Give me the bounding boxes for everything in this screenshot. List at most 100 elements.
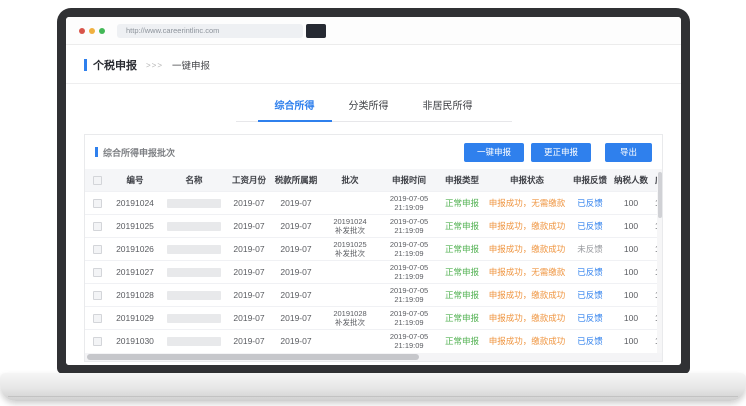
col-header-declare-status: 申报状态 <box>485 169 569 192</box>
col-header-name: 名称 <box>161 169 227 192</box>
redacted-name-placeholder <box>167 291 221 300</box>
cell-declare-type: 正常申报 <box>439 238 485 261</box>
table-row: 20191027 2019-07 2019-07 2019-07-0521:19… <box>85 261 662 284</box>
cell-batch <box>321 330 379 353</box>
time-line: 21:19:09 <box>381 272 437 281</box>
cell-feedback: 已反馈 <box>569 307 611 330</box>
cell-tax-period: 2019-07 <box>271 307 321 330</box>
cell-salary-month: 2019-07 <box>227 261 271 284</box>
cell-name <box>161 192 227 215</box>
cell-tax-period: 2019-07 <box>271 192 321 215</box>
traffic-light-minimize-button[interactable] <box>89 28 95 34</box>
cell-declare-time: 2019-07-0521:19:09 <box>379 215 439 238</box>
col-header-id: 编号 <box>109 169 161 192</box>
table-row: 20191026 2019-07 2019-07 20191025补发批次 20… <box>85 238 662 261</box>
cell-id: 20191026 <box>109 238 161 261</box>
cell-declare-status: 申报成功，缴款成功 <box>485 238 569 261</box>
row-checkbox[interactable] <box>93 314 102 323</box>
cell-feedback: 已反馈 <box>569 261 611 284</box>
cell-declare-time: 2019-07-0521:19:09 <box>379 330 439 353</box>
col-header-tax-period: 税款所属期 <box>271 169 321 192</box>
cell-feedback: 已反馈 <box>569 192 611 215</box>
time-line: 2019-07-05 <box>381 263 437 272</box>
redacted-name-placeholder <box>167 222 221 231</box>
col-header-declare-type: 申报类型 <box>439 169 485 192</box>
row-checkbox[interactable] <box>93 268 102 277</box>
tab-nonresident-income[interactable]: 非居民所得 <box>406 88 490 122</box>
cell-declare-type: 正常申报 <box>439 215 485 238</box>
laptop-base-edge <box>8 396 738 397</box>
row-checkbox[interactable] <box>93 245 102 254</box>
time-line: 2019-07-05 <box>381 194 437 203</box>
panel-title: 综合所得申报批次 <box>103 146 175 159</box>
cell-batch: 20191028补发批次 <box>321 307 379 330</box>
tab-classified-income[interactable]: 分类所得 <box>332 88 406 122</box>
browser-chrome: http://www.careerintlinc.com <box>66 17 681 45</box>
table-row: 20191024 2019-07 2019-07 2019-07-0521:19… <box>85 192 662 215</box>
breadcrumb-separator: >>> <box>146 61 163 70</box>
cell-taxpayer-count: 100 <box>611 215 651 238</box>
page-subtitle: 一键申报 <box>172 58 210 72</box>
cell-declare-type: 正常申报 <box>439 284 485 307</box>
cell-name <box>161 215 227 238</box>
col-header-salary-month: 工资月份 <box>227 169 271 192</box>
row-checkbox[interactable] <box>93 291 102 300</box>
row-checkbox[interactable] <box>93 222 102 231</box>
cell-feedback: 已反馈 <box>569 330 611 353</box>
horizontal-scrollbar-thumb[interactable] <box>87 354 419 360</box>
batch-line: 20191024 <box>323 217 377 226</box>
redacted-name-placeholder <box>167 314 221 323</box>
row-checkbox[interactable] <box>93 337 102 346</box>
tab-bar-inner: 综合所得 分类所得 非居民所得 <box>236 88 512 122</box>
cell-taxpayer-count: 100 <box>611 284 651 307</box>
batch-line: 补发批次 <box>323 318 377 327</box>
cell-tax-period: 2019-07 <box>271 261 321 284</box>
vertical-scrollbar[interactable] <box>657 169 662 353</box>
row-select-cell <box>85 192 109 215</box>
accent-bar <box>84 59 87 71</box>
cell-tax-period: 2019-07 <box>271 215 321 238</box>
cell-declare-time: 2019-07-0521:19:09 <box>379 261 439 284</box>
tab-comprehensive-income[interactable]: 综合所得 <box>258 88 332 122</box>
cell-tax-period: 2019-07 <box>271 284 321 307</box>
header-row: 编号 名称 工资月份 税款所属期 批次 申报时间 申报类型 申报状态 申报反馈 <box>85 169 662 192</box>
stage: http://www.careerintlinc.com 个税申报 >>> 一键… <box>0 0 746 406</box>
col-header-batch: 批次 <box>321 169 379 192</box>
traffic-light-close-button[interactable] <box>79 28 85 34</box>
cell-salary-month: 2019-07 <box>227 307 271 330</box>
batch-line: 20191028 <box>323 309 377 318</box>
col-header-declare-time: 申报时间 <box>379 169 439 192</box>
redacted-name-placeholder <box>167 337 221 346</box>
cell-id: 20191030 <box>109 330 161 353</box>
time-line: 2019-07-05 <box>381 309 437 318</box>
cell-id: 20191025 <box>109 215 161 238</box>
table-area: 编号 名称 工资月份 税款所属期 批次 申报时间 申报类型 申报状态 申报反馈 <box>85 169 662 353</box>
export-button[interactable]: 导出 <box>605 143 652 162</box>
cell-declare-type: 正常申报 <box>439 307 485 330</box>
cell-batch <box>321 284 379 307</box>
batch-line: 补发批次 <box>323 249 377 258</box>
horizontal-scrollbar[interactable] <box>85 353 662 361</box>
cell-declare-type: 正常申报 <box>439 261 485 284</box>
browser-action-button[interactable] <box>306 24 326 38</box>
col-header-declare-feedback: 申报反馈 <box>569 169 611 192</box>
cell-declare-status: 申报成功，缴款成功 <box>485 307 569 330</box>
one-click-declare-button[interactable]: 一键申报 <box>464 143 524 162</box>
table-header: 编号 名称 工资月份 税款所属期 批次 申报时间 申报类型 申报状态 申报反馈 <box>85 169 662 192</box>
row-select-cell <box>85 330 109 353</box>
cell-salary-month: 2019-07 <box>227 330 271 353</box>
url-bar[interactable]: http://www.careerintlinc.com <box>117 24 303 38</box>
cell-declare-status: 申报成功，无需缴款 <box>485 192 569 215</box>
row-checkbox[interactable] <box>93 199 102 208</box>
cell-declare-type: 正常申报 <box>439 192 485 215</box>
page-header: 个税申报 >>> 一键申报 <box>66 45 681 84</box>
table-row: 20191025 2019-07 2019-07 20191024补发批次 20… <box>85 215 662 238</box>
correction-declare-button[interactable]: 更正申报 <box>531 143 591 162</box>
traffic-light-zoom-button[interactable] <box>99 28 105 34</box>
laptop-base <box>0 373 746 401</box>
page-content: 个税申报 >>> 一键申报 综合所得 分类所得 非居民所得 综合所得申报批次 <box>66 45 681 365</box>
vertical-scrollbar-thumb[interactable] <box>658 172 662 218</box>
cell-declare-time: 2019-07-0521:19:09 <box>379 307 439 330</box>
select-all-checkbox[interactable] <box>93 176 102 185</box>
batch-panel: 综合所得申报批次 一键申报 更正申报 导出 <box>84 134 663 362</box>
